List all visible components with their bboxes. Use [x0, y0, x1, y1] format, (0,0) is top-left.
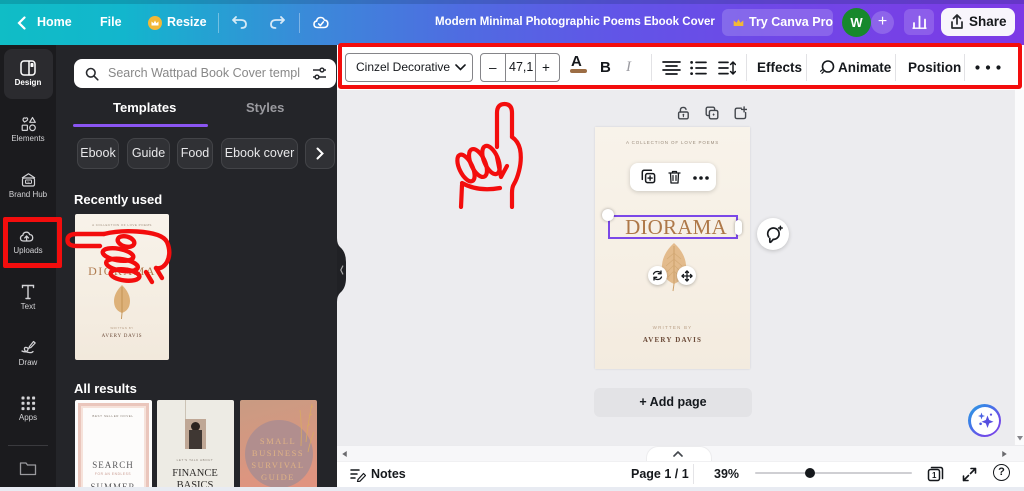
svg-text:co.: co. [26, 181, 30, 184]
svg-text:1: 1 [932, 471, 937, 480]
